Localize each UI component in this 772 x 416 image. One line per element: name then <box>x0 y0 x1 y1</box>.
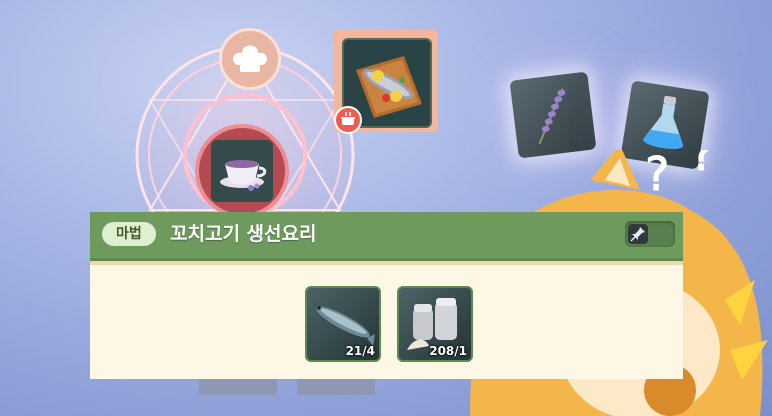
tab-stub-right <box>297 379 375 395</box>
category-badge: 마법 <box>102 222 156 246</box>
ingredient-count: 21/4 <box>345 344 375 358</box>
recipe-title: 꼬치고기 생선요리 <box>170 223 317 245</box>
chef-hat-icon <box>233 45 267 72</box>
lavender-card <box>509 71 597 159</box>
selected-dish-frame[interactable] <box>334 30 438 134</box>
svg-text:?: ? <box>690 150 714 181</box>
pin-toggle[interactable] <box>625 221 675 247</box>
pin-icon <box>628 224 648 244</box>
lavender-icon <box>538 88 566 145</box>
tea-cup-icon <box>220 160 267 191</box>
ingredient-count: 208/1 <box>429 344 467 358</box>
recipe-body <box>90 265 683 379</box>
chef-hat-node <box>219 28 281 90</box>
recipe-panel: 마법 꼬치고기 생선요리 21/4 208/1 <box>90 212 683 379</box>
ingredient-salt[interactable]: 208/1 <box>397 286 473 362</box>
tea-cup-node <box>195 124 289 218</box>
cooking-pot-badge-icon <box>334 106 362 134</box>
tab-stub-left <box>199 379 277 395</box>
ingredient-fish[interactable]: 21/4 <box>305 286 381 362</box>
recipe-header: 마법 꼬치고기 생선요리 <box>90 212 683 261</box>
svg-text:?: ? <box>645 150 669 201</box>
